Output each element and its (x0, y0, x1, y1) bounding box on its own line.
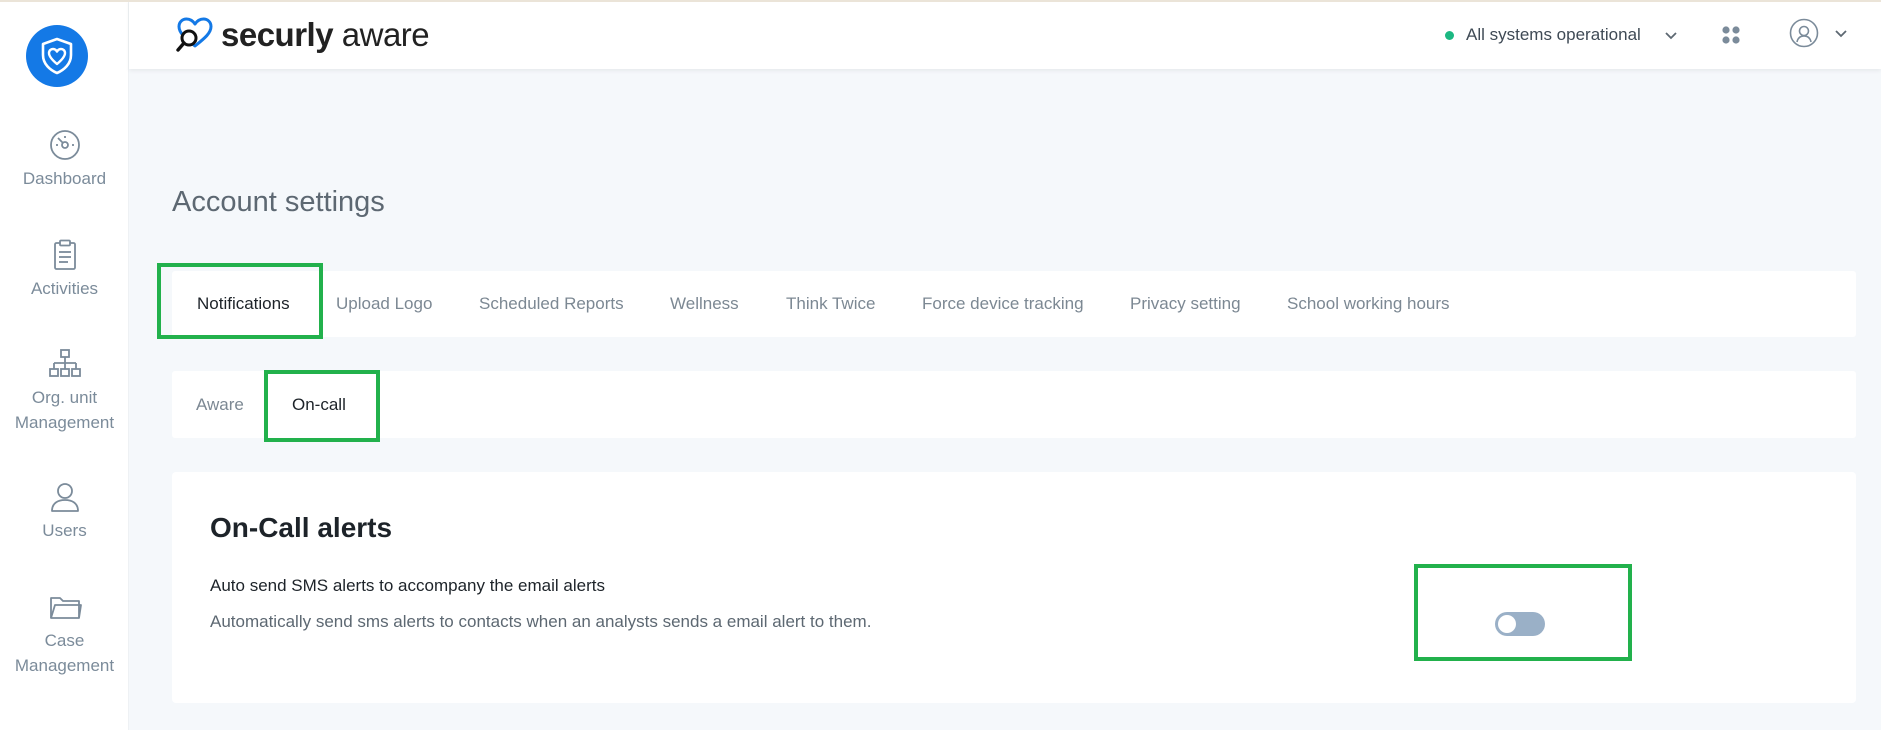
card-title: On-Call alerts (210, 512, 393, 543)
folder-icon (49, 597, 82, 619)
sidebar-item-activities[interactable]: Activities (0, 238, 129, 301)
chevron-down-icon (1835, 30, 1847, 38)
settings-tabs: Notifications Upload Logo Scheduled Repo… (172, 271, 1856, 337)
sidebar-item-label-line2: Management (14, 413, 115, 432)
tab-wellness[interactable]: Wellness (670, 271, 739, 337)
logo-text-light: aware (333, 16, 430, 53)
top-border-line (0, 0, 1881, 2)
sidebar-item-label: Dashboard (22, 169, 107, 188)
notification-subtabs: Aware On-call (172, 371, 1856, 438)
tab-force-device-tracking[interactable]: Force device tracking (922, 271, 1084, 337)
page-title: Account settings (172, 186, 385, 218)
toggle-knob (1498, 615, 1516, 633)
sidebar-item-case-management[interactable]: Case Management (0, 590, 129, 678)
user-avatar-icon (1789, 18, 1819, 48)
setting-title: Auto send SMS alerts to accompany the em… (210, 576, 605, 595)
sidebar-item-users[interactable]: Users (0, 480, 129, 543)
user-menu[interactable] (1789, 18, 1849, 48)
gauge-icon (49, 130, 80, 160)
system-status-dropdown[interactable]: All systems operational (1445, 22, 1679, 48)
tab-upload-logo[interactable]: Upload Logo (336, 271, 432, 337)
shield-heart-icon (41, 37, 73, 75)
tab-think-twice[interactable]: Think Twice (786, 271, 875, 337)
sidebar-item-org-unit-management[interactable]: Org. unit Management (0, 347, 129, 435)
sidebar-item-label-line1: Org. unit (31, 388, 98, 407)
on-call-alerts-card: On-Call alerts Auto send SMS alerts to a… (172, 472, 1856, 703)
apps-grid-icon[interactable] (1720, 24, 1742, 46)
sidebar-item-label: Activities (30, 279, 99, 298)
user-icon (50, 483, 79, 512)
securly-aware-logo[interactable]: securly aware (175, 16, 430, 54)
tab-notifications[interactable]: Notifications (197, 271, 290, 337)
status-text: All systems operational (1466, 25, 1641, 44)
subtab-aware[interactable]: Aware (196, 371, 244, 438)
status-indicator-dot (1445, 30, 1454, 40)
sidebar-item-label-line2: Management (14, 656, 115, 675)
org-chart-icon (48, 349, 81, 377)
sidebar: Dashboard Activities Org. unit Managemen… (0, 0, 129, 730)
clipboard-icon (53, 239, 76, 270)
top-header: securly aware All systems operational (129, 0, 1881, 69)
sms-alerts-toggle[interactable] (1495, 612, 1545, 636)
chevron-down-icon (1665, 32, 1677, 40)
logo-text-bold: securly (221, 16, 334, 53)
setting-description: Automatically send sms alerts to contact… (210, 612, 872, 631)
sidebar-item-label-line1: Case (44, 631, 85, 650)
tab-privacy-setting[interactable]: Privacy setting (1130, 271, 1241, 337)
sidebar-item-dashboard[interactable]: Dashboard (0, 128, 129, 191)
heart-magnifier-icon (176, 17, 213, 52)
tab-school-working-hours[interactable]: School working hours (1287, 271, 1450, 337)
brand-logo[interactable] (26, 25, 88, 87)
sidebar-item-label: Users (42, 521, 87, 540)
tab-scheduled-reports[interactable]: Scheduled Reports (479, 271, 624, 337)
subtab-on-call[interactable]: On-call (292, 371, 346, 438)
